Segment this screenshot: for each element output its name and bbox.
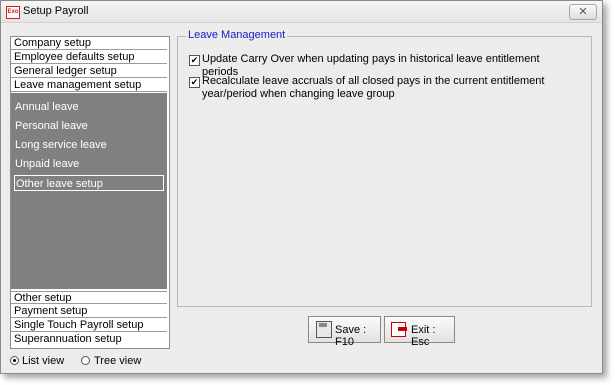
recalculate-accruals-checkbox[interactable]: ✔ [189, 77, 200, 88]
save-button[interactable]: Save : F10 [308, 316, 381, 348]
exit-button[interactable]: Exit : Esc [384, 316, 455, 348]
sub-item-personal-leave[interactable]: Personal leave [14, 118, 164, 134]
leave-management-group: Leave Management ✔ Update Carry Over whe… [177, 29, 592, 307]
exit-icon [391, 322, 407, 337]
list-view-label[interactable]: List view [22, 355, 64, 367]
leave-management-subpanel: Annual leave Personal leave Long service… [11, 93, 167, 289]
sub-item-other-leave-setup[interactable]: Other leave setup [14, 175, 164, 191]
update-carry-over-checkbox[interactable]: ✔ [189, 55, 200, 66]
nav-item-general-ledger-setup[interactable]: General ledger setup [11, 65, 167, 78]
radio-selected-dot [13, 359, 16, 362]
sub-item-long-service-leave[interactable]: Long service leave [14, 137, 164, 153]
list-view-radio[interactable] [10, 356, 19, 365]
sub-item-annual-leave[interactable]: Annual leave [14, 99, 164, 115]
title-bar: Exo Setup Payroll ✕ [1, 1, 602, 23]
setup-navigation: Company setup Employee defaults setup Ge… [10, 36, 170, 349]
tree-view-radio[interactable] [81, 356, 90, 365]
setup-payroll-window: Exo Setup Payroll ✕ Company setup Employ… [0, 0, 603, 374]
close-button[interactable]: ✕ [569, 4, 597, 20]
exit-button-label: Exit : Esc [411, 324, 436, 348]
tree-view-label[interactable]: Tree view [94, 355, 141, 367]
nav-item-employee-defaults-setup[interactable]: Employee defaults setup [11, 51, 167, 64]
save-button-label: Save : F10 [335, 324, 367, 348]
nav-item-payment-setup[interactable]: Payment setup [11, 305, 167, 318]
nav-item-single-touch-payroll-setup[interactable]: Single Touch Payroll setup [11, 319, 167, 332]
sub-item-unpaid-leave[interactable]: Unpaid leave [14, 156, 164, 172]
nav-item-other-setup[interactable]: Other setup [11, 291, 167, 304]
save-icon [316, 321, 332, 338]
nav-item-company-setup[interactable]: Company setup [11, 37, 167, 50]
group-title: Leave Management [186, 29, 288, 41]
app-logo-icon: Exo [6, 6, 20, 19]
recalculate-accruals-label[interactable]: Recalculate leave accruals of all closed… [202, 75, 572, 101]
nav-item-leave-management-setup[interactable]: Leave management setup [11, 79, 167, 92]
window-title: Setup Payroll [23, 5, 89, 17]
nav-item-superannuation-setup[interactable]: Superannuation setup [11, 333, 167, 346]
